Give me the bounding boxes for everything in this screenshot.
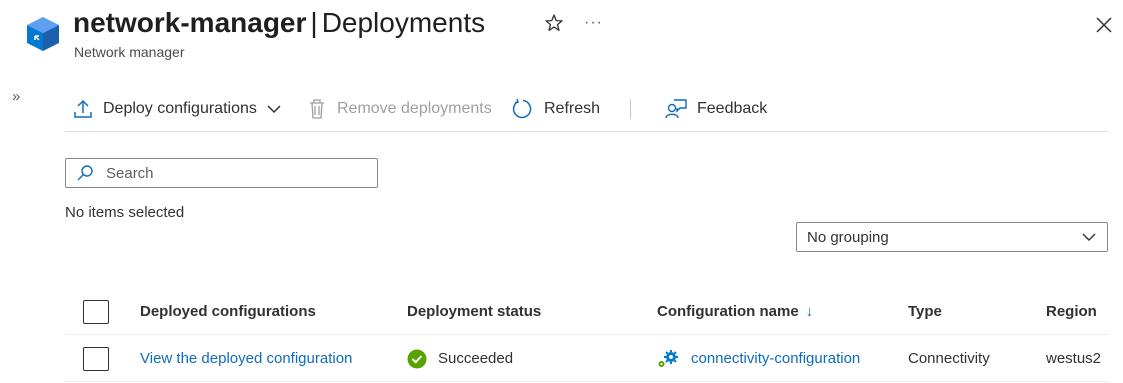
page-subtitle: Network manager: [74, 44, 185, 60]
ellipsis-icon[interactable]: ···: [584, 12, 606, 34]
column-header-region[interactable]: Region: [1046, 288, 1097, 335]
search-icon: [77, 165, 93, 181]
success-check-icon: [407, 349, 427, 368]
trash-icon: [310, 99, 324, 119]
refresh-label: Refresh: [544, 100, 601, 117]
grid-header-row: Deployed configurations Deployment statu…: [65, 288, 1108, 335]
page-title: network-manager | Deployments: [73, 5, 485, 41]
toolbar-divider: [630, 99, 631, 119]
grouping-dropdown[interactable]: No grouping: [796, 222, 1108, 252]
refresh-icon: [512, 98, 532, 119]
type-cell: Connectivity: [908, 350, 990, 367]
feedback-button[interactable]: Feedback: [665, 96, 767, 122]
deployment-status-cell: Succeeded: [407, 335, 513, 382]
refresh-button[interactable]: Refresh: [512, 96, 600, 122]
grouping-selected-value: No grouping: [807, 228, 889, 246]
resource-name: network-manager: [73, 7, 307, 38]
row-checkbox[interactable]: [83, 346, 109, 371]
network-manager-cube-icon: [27, 17, 59, 51]
configuration-name-link[interactable]: connectivity-configuration: [691, 350, 860, 367]
column-header-status[interactable]: Deployment status: [407, 288, 541, 335]
select-all-cell: [83, 288, 109, 335]
configuration-name-cell: connectivity-configuration: [657, 335, 860, 382]
region-cell: westus2: [1046, 350, 1102, 367]
expand-sidebar-icon[interactable]: »: [12, 88, 28, 106]
search-input[interactable]: [106, 164, 366, 182]
blade-header: network-manager | Deployments Network mana…: [0, 0, 1123, 70]
column-header-config-name[interactable]: Configuration name ↓: [657, 288, 813, 335]
page-name: Deployments: [321, 7, 486, 38]
close-icon[interactable]: [1093, 14, 1115, 36]
title-separator: |: [310, 7, 318, 38]
sort-descending-icon: ↓: [805, 303, 814, 320]
deploy-configurations-button[interactable]: Deploy configurations: [73, 96, 282, 122]
feedback-label: Feedback: [697, 100, 768, 117]
column-header-type[interactable]: Type: [908, 288, 942, 335]
deployment-status-text: Succeeded: [438, 350, 514, 367]
command-bar: Deploy configurations Remove deployments…: [65, 88, 1108, 132]
star-icon[interactable]: [543, 12, 565, 34]
chevron-down-icon: [1082, 233, 1096, 241]
column-header-deployed[interactable]: Deployed configurations: [140, 288, 316, 335]
remove-deployments-label: Remove deployments: [337, 100, 492, 117]
chevron-down-icon: [267, 105, 281, 114]
view-deployed-configuration-link[interactable]: View the deployed configuration: [140, 350, 352, 367]
deployed-configuration-cell: View the deployed configuration: [140, 335, 352, 382]
selection-status: No items selected: [65, 204, 185, 221]
select-all-checkbox[interactable]: [83, 299, 109, 324]
upload-icon: [74, 99, 92, 118]
deploy-configurations-label: Deploy configurations: [103, 100, 257, 117]
remove-deployments-button[interactable]: Remove deployments: [307, 96, 492, 122]
deployments-grid: Deployed configurations Deployment statu…: [65, 288, 1108, 382]
row-select-cell: [83, 335, 109, 382]
search-box[interactable]: [65, 158, 378, 188]
feedback-icon: [665, 99, 687, 119]
configuration-gear-icon: [658, 349, 678, 367]
table-row: View the deployed configuration Succeede…: [65, 335, 1108, 382]
column-header-config-name-label: Configuration name: [657, 303, 799, 320]
